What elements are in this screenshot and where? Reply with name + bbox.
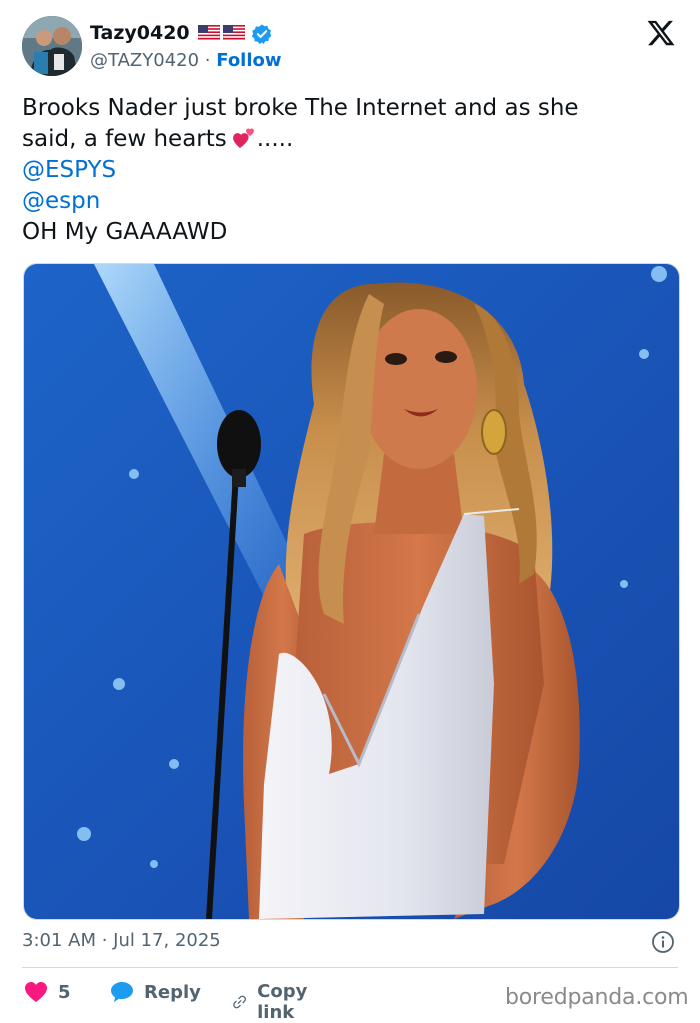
divider (22, 967, 678, 968)
avatar[interactable] (22, 16, 82, 76)
copy-link-button[interactable]: Copy link (232, 981, 316, 1023)
handle-row: @TAZY0420 · Follow (90, 50, 282, 71)
reply-bubble-icon (111, 982, 133, 1002)
info-icon[interactable] (651, 930, 675, 954)
mention-espn-link[interactable]: @espn (22, 186, 672, 217)
follow-button[interactable]: Follow (216, 50, 281, 71)
verified-badge-icon (251, 24, 272, 45)
heart-icon (25, 982, 47, 1002)
tweet-line-last: OH My GAAAAWD (22, 219, 228, 245)
us-flag-emojis (198, 25, 245, 40)
copy-link-label: Copy link (257, 981, 308, 1023)
reply-label: Reply (144, 981, 201, 1003)
us-flag-icon (223, 25, 245, 40)
like-button[interactable]: 5 (24, 981, 71, 1003)
tweet-line-1: Brooks Nader just broke The Internet and… (22, 95, 579, 121)
user-handle[interactable]: @TAZY0420 (90, 50, 199, 71)
us-flag-icon (198, 25, 220, 40)
tweet-photo[interactable] (23, 263, 680, 920)
photo-illustration (24, 264, 679, 919)
tweet-line-2-text: said, a few hearts (22, 126, 227, 152)
reply-button[interactable]: Reply (110, 981, 201, 1003)
separator-dot: · (204, 50, 211, 71)
tweet-timestamp[interactable]: 3:01 AM · Jul 17, 2025 (22, 930, 221, 951)
display-name[interactable]: Tazy0420 (90, 22, 190, 44)
tweet-line-2-suffix: ..... (256, 126, 294, 152)
link-icon (233, 995, 246, 1009)
tweet-line-2: said, a few hearts ..... (22, 124, 672, 155)
two-hearts-emoji-icon (232, 128, 254, 148)
tweet-header: Tazy0420 @TAZY0420 · Follow (22, 16, 682, 78)
mention-espys-link[interactable]: @ESPYS (22, 155, 672, 186)
tweet-text: Brooks Nader just broke The Internet and… (22, 93, 672, 248)
like-count: 5 (58, 981, 71, 1003)
watermark: boredpanda.com (505, 985, 689, 1010)
x-logo-icon[interactable] (646, 18, 676, 48)
